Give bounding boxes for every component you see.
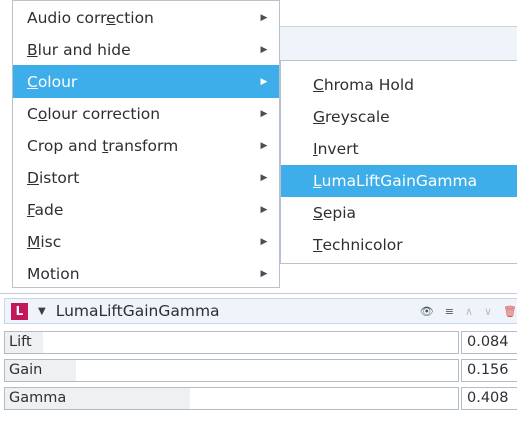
move-down-icon[interactable]: ∨ — [484, 305, 492, 318]
menu-item-crop-and-transform[interactable]: Crop and transform ▶ — [13, 129, 279, 162]
menu-item-label: Colour — [27, 72, 78, 91]
gain-value-field[interactable]: 0.156 — [461, 359, 517, 382]
filter-parameters-panel: L ▼ LumaLiftGainGamma 👁 ≡ ∧ ∨ 🗑 Lift 0.0… — [0, 293, 517, 421]
menu-item-label: Distort — [27, 168, 80, 187]
chevron-right-icon: ▶ — [260, 44, 268, 55]
screen: Audio correction ▶ Blur and hide ▶ Colou… — [0, 0, 517, 421]
colour-submenu: Chroma Hold Greyscale Invert LumaLiftGai… — [280, 60, 517, 264]
param-label: Lift — [9, 334, 32, 350]
delete-icon[interactable]: 🗑 — [503, 305, 517, 318]
background-area — [280, 0, 517, 27]
submenu-item-technicolor[interactable]: Technicolor — [281, 229, 517, 261]
menu-item-blur-and-hide[interactable]: Blur and hide ▶ — [13, 33, 279, 66]
submenu-item-sepia[interactable]: Sepia — [281, 197, 517, 229]
chevron-right-icon: ▶ — [260, 204, 268, 215]
collapse-icon[interactable]: ▼ — [38, 306, 46, 317]
menu-icon[interactable]: ≡ — [445, 305, 454, 318]
param-row-gamma: Gamma 0.408 — [4, 387, 517, 410]
param-row-gain: Gain 0.156 — [4, 359, 517, 382]
menu-item-label: Audio correction — [27, 8, 154, 27]
chevron-right-icon: ▶ — [260, 268, 268, 279]
param-row-lift: Lift 0.084 — [4, 331, 517, 354]
param-label: Gain — [9, 362, 43, 378]
menu-item-label: Blur and hide — [27, 40, 131, 59]
chevron-right-icon: ▶ — [260, 172, 268, 183]
background-area — [280, 27, 517, 60]
param-label: Gamma — [9, 390, 67, 406]
menu-item-label: Fade — [27, 200, 64, 219]
filter-badge: L — [11, 302, 28, 320]
move-up-icon[interactable]: ∧ — [465, 305, 473, 318]
submenu-item-invert[interactable]: Invert — [281, 133, 517, 165]
lift-value-field[interactable]: 0.084 — [461, 331, 517, 354]
menu-item-label: Crop and transform — [27, 136, 179, 155]
submenu-item-lumaliftgaingamma[interactable]: LumaLiftGainGamma — [281, 165, 517, 197]
filter-category-menu: Audio correction ▶ Blur and hide ▶ Colou… — [12, 0, 280, 288]
filter-header[interactable]: L ▼ LumaLiftGainGamma 👁 ≡ ∧ ∨ 🗑 — [4, 298, 517, 324]
menu-item-label: Motion — [27, 264, 80, 283]
gamma-slider[interactable]: Gamma — [4, 387, 459, 410]
chevron-right-icon: ▶ — [260, 76, 268, 87]
menu-item-audio-correction[interactable]: Audio correction ▶ — [13, 1, 279, 34]
menu-item-misc[interactable]: Misc ▶ — [13, 225, 279, 258]
menu-item-fade[interactable]: Fade ▶ — [13, 193, 279, 226]
menu-item-label: Misc — [27, 232, 62, 251]
chevron-right-icon: ▶ — [260, 236, 268, 247]
gamma-value-field[interactable]: 0.408 — [461, 387, 517, 410]
menu-item-colour-correction[interactable]: Colour correction ▶ — [13, 97, 279, 130]
submenu-item-chroma-hold[interactable]: Chroma Hold — [281, 69, 517, 101]
submenu-item-greyscale[interactable]: Greyscale — [281, 101, 517, 133]
lift-slider[interactable]: Lift — [4, 331, 459, 354]
gain-slider[interactable]: Gain — [4, 359, 459, 382]
menu-item-label: Colour correction — [27, 104, 161, 123]
menu-item-motion[interactable]: Motion ▶ — [13, 257, 279, 290]
chevron-right-icon: ▶ — [260, 140, 268, 151]
menu-item-distort[interactable]: Distort ▶ — [13, 161, 279, 194]
chevron-right-icon: ▶ — [260, 108, 268, 119]
menu-item-colour[interactable]: Colour ▶ — [13, 65, 279, 98]
eye-icon[interactable]: 👁 — [420, 305, 434, 318]
chevron-right-icon: ▶ — [260, 12, 268, 23]
background-area — [280, 264, 517, 290]
filter-title: LumaLiftGainGamma — [55, 302, 220, 320]
